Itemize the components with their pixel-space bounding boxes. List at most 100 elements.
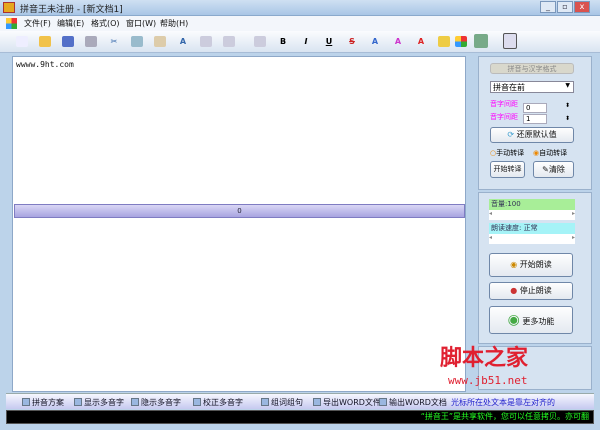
home-icon[interactable]	[503, 33, 517, 49]
stop-icon: ●	[510, 286, 518, 295]
text-editor[interactable]: wwww.9ht.com	[12, 56, 466, 392]
menu-window[interactable]: 窗口(W)	[126, 18, 156, 29]
menu-edit[interactable]: 编辑(E)	[57, 18, 84, 29]
clear-label: 清除	[548, 165, 565, 174]
clear-button[interactable]: ✎清除	[533, 161, 574, 178]
label: 隐示多音字	[141, 398, 181, 407]
close-button[interactable]: x	[574, 1, 590, 13]
start-convert-button[interactable]: 开始转译	[490, 161, 525, 178]
hide-polyphone-button[interactable]: 隐示多音字	[131, 397, 181, 408]
label: 显示多音字	[84, 398, 124, 407]
copy-icon[interactable]	[131, 36, 143, 47]
hide-icon	[131, 398, 139, 406]
refresh-icon: ⟳	[507, 130, 515, 139]
position-select[interactable]: 拼音在前 ▼	[490, 81, 574, 93]
output-word-button[interactable]: 输出WORD文档	[379, 397, 447, 408]
char-spacing-stepper[interactable]: ⬍	[565, 102, 570, 109]
speed-label: 朗读速度: 正常	[489, 223, 575, 234]
stop-reading-button[interactable]: ● 停止朗读	[489, 282, 573, 300]
marquee-status: “拼音王”是共享软件，您可以任意拷贝。亦可翻	[6, 410, 594, 424]
doc-menu-icon[interactable]	[6, 18, 17, 29]
label: 导出WORD文件	[323, 398, 381, 407]
toolbar: ✂ A B I U S A A A	[0, 31, 600, 53]
show-polyphone-button[interactable]: 显示多音字	[74, 397, 124, 408]
word-icon	[379, 398, 387, 406]
doc-icon	[22, 398, 30, 406]
app-icon	[3, 2, 15, 13]
label: 校正多音字	[203, 398, 243, 407]
char-spacing-label: 音字间距	[490, 100, 518, 108]
char-spacing-input[interactable]: 0	[523, 103, 547, 113]
syllable-spacing-label: 音字间距	[490, 113, 518, 121]
eraser-icon: ✎	[542, 165, 549, 174]
menu-help[interactable]: 帮助(H)	[160, 18, 188, 29]
font-color-icon[interactable]: A	[415, 36, 427, 47]
watermark-logo: 脚本之家	[440, 346, 529, 371]
window-title: 拼音王未注册 - [新文档1]	[20, 5, 123, 15]
paste-icon[interactable]	[154, 36, 166, 47]
minimize-button[interactable]: _	[540, 1, 556, 13]
bottom-toolbar: 拼音方案 显示多音字 隐示多音字 校正多音字 组词组句 导出WORD文件 输出W…	[6, 393, 594, 409]
chevron-down-icon: ▼	[565, 82, 570, 89]
open-icon[interactable]	[39, 36, 51, 47]
font-icon[interactable]: A	[369, 36, 381, 47]
save-icon[interactable]	[62, 36, 74, 47]
format-header: 拼音与汉字格式	[490, 63, 574, 74]
watermark-url: www.jb51.net	[448, 374, 528, 387]
label: 输出WORD文档	[389, 398, 447, 407]
cut-icon[interactable]: ✂	[108, 36, 120, 47]
more-features-button[interactable]: ◉ 更多功能	[489, 306, 573, 334]
show-icon	[74, 398, 82, 406]
syllable-spacing-input[interactable]: 1	[523, 114, 547, 124]
label: 拼音方案	[32, 398, 64, 407]
brush-icon[interactable]	[474, 34, 488, 48]
auto-label: 自动转译	[539, 149, 568, 157]
windows-icon: ◉	[507, 312, 520, 328]
font-style-icon[interactable]: A	[392, 36, 404, 47]
underline-button[interactable]: U	[323, 36, 335, 47]
menu-bar: 文件(F) 编辑(E) 格式(O) 窗口(W) 帮助(H)	[0, 16, 600, 31]
speed-slider[interactable]: ◂ ▸	[489, 234, 575, 244]
volume-slider[interactable]: ◂ ▸	[489, 210, 575, 220]
start-reading-label: 开始朗读	[519, 260, 552, 269]
start-reading-button[interactable]: ◉ 开始朗读	[489, 253, 573, 277]
restore-label: 还原默认值	[516, 130, 557, 139]
voice-panel: 音量:100 ◂ ▸ 朗读速度: 正常 ◂ ▸ ◉ 开始朗读 ● 停止朗读 ◉ 更多…	[478, 192, 592, 344]
word-grouping-button[interactable]: 组词组句	[261, 397, 303, 408]
syllable-spacing-stepper[interactable]: ⬍	[565, 115, 570, 122]
format-panel: 拼音与汉字格式 拼音在前 ▼ 音字间距 0 ⬍ 音字间距 1 ⬍ ⟳ 还原默认值 …	[478, 56, 592, 190]
menu-file[interactable]: 文件(F)	[24, 18, 51, 29]
export-word-button[interactable]: 导出WORD文件	[313, 397, 381, 408]
manual-label: 手动转译	[496, 149, 525, 157]
print-icon[interactable]	[85, 36, 97, 47]
manual-radio[interactable]: ○手动转译	[490, 148, 524, 158]
find-icon[interactable]: A	[177, 36, 189, 47]
position-select-value: 拼音在前	[493, 83, 525, 92]
more-label: 更多功能	[522, 317, 555, 326]
stop-reading-label: 停止朗读	[519, 286, 552, 295]
align-center-icon[interactable]	[223, 36, 235, 47]
auto-radio[interactable]: ◉自动转译	[533, 148, 567, 158]
editor-text: wwww.9ht.com	[16, 60, 74, 69]
correct-polyphone-button[interactable]: 校正多音字	[193, 397, 243, 408]
label: 组词组句	[271, 398, 303, 407]
title-bar: 拼音王未注册 - [新文档1] _ ▫ x	[0, 0, 600, 16]
new-icon[interactable]	[16, 36, 28, 47]
highlight-icon[interactable]	[438, 36, 450, 47]
group-icon	[261, 398, 269, 406]
strike-button[interactable]: S	[346, 36, 358, 47]
pinyin-splitter[interactable]: 0	[14, 204, 465, 218]
color-icon[interactable]	[455, 36, 467, 47]
correct-icon	[193, 398, 201, 406]
speaker-icon: ◉	[510, 260, 518, 269]
restore-default-button[interactable]: ⟳ 还原默认值	[490, 127, 574, 143]
italic-button[interactable]: I	[300, 36, 312, 47]
align-right-icon[interactable]	[254, 36, 266, 47]
maximize-button[interactable]: ▫	[557, 1, 573, 13]
menu-format[interactable]: 格式(O)	[91, 18, 120, 29]
bold-button[interactable]: B	[277, 36, 289, 47]
align-left-icon[interactable]	[200, 36, 212, 47]
volume-label: 音量:100	[489, 199, 575, 210]
pinyin-scheme-button[interactable]: 拼音方案	[22, 397, 64, 408]
export-icon	[313, 398, 321, 406]
